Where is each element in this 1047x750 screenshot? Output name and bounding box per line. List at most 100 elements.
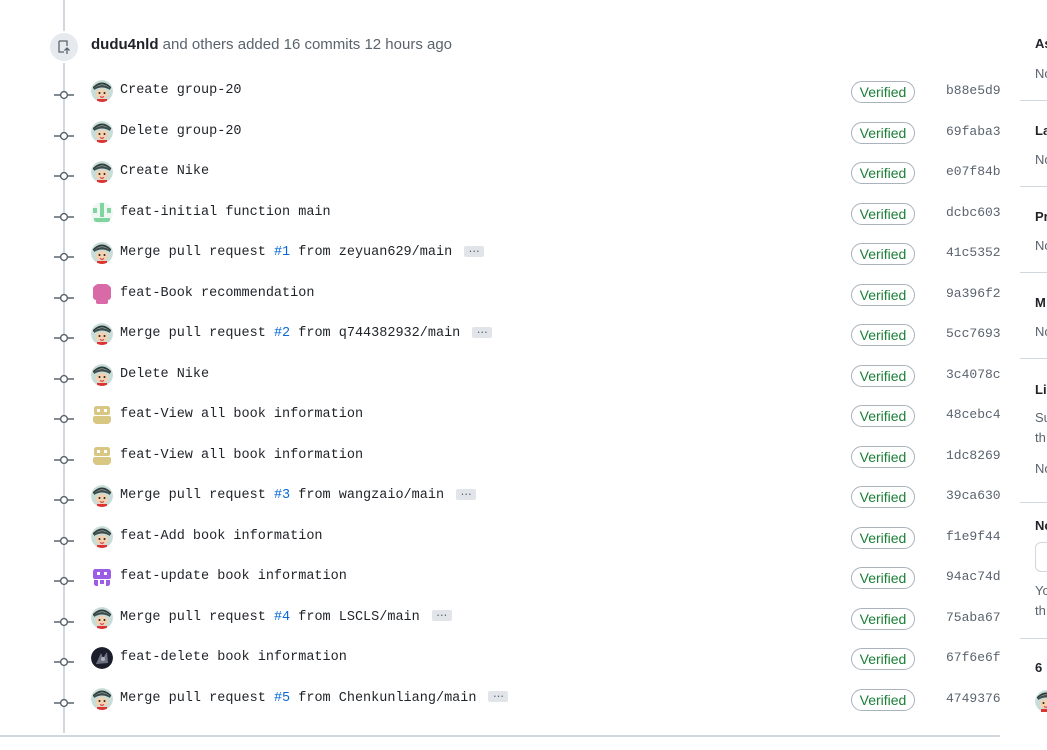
commit-sha-link[interactable]: 75aba67 — [946, 610, 1001, 625]
commit-sha-link[interactable]: f1e9f44 — [946, 529, 1001, 544]
verified-badge[interactable]: Verified — [851, 243, 915, 265]
commit-message-text[interactable]: feat-delete book information — [120, 650, 347, 665]
bottom-divider — [0, 735, 1000, 737]
purple-identicon-avatar[interactable] — [91, 566, 113, 588]
commit-message-link[interactable]: Delete Nike — [120, 367, 209, 382]
commit-message-link[interactable]: feat-Book recommendation — [120, 286, 314, 301]
commit-message-text[interactable]: feat-update book information — [120, 569, 347, 584]
commit-message-link[interactable]: feat-update book information — [120, 569, 347, 584]
verified-badge[interactable]: Verified — [851, 121, 915, 144]
commit-message-text[interactable]: Create group-20 — [120, 83, 242, 98]
dark-photo-avatar[interactable] — [91, 647, 113, 669]
commit-message-text[interactable]: from q744382932/main — [290, 326, 460, 341]
commit-message-text[interactable]: feat-Add book information — [120, 529, 323, 544]
verified-badge[interactable]: Verified — [851, 324, 915, 346]
verified-badge[interactable]: Verified — [851, 405, 915, 427]
crayon-shin-chan-avatar[interactable] — [91, 242, 113, 264]
notifications-button[interactable] — [1035, 542, 1047, 572]
commit-message-text[interactable]: Merge pull request — [120, 245, 274, 260]
pull-request-link[interactable]: #4 — [274, 610, 290, 625]
commit-message-text[interactable]: Merge pull request — [120, 610, 274, 625]
commit-sha-link[interactable]: 39ca630 — [946, 488, 1001, 503]
crayon-shin-chan-avatar[interactable] — [91, 606, 113, 629]
expand-message-button[interactable]: … — [472, 324, 493, 338]
commit-message-link[interactable]: feat-initial function main — [120, 205, 331, 220]
crayon-shin-chan-avatar[interactable] — [91, 161, 113, 183]
pull-request-link[interactable]: #5 — [274, 691, 290, 706]
pull-request-link[interactable]: #3 — [274, 488, 290, 503]
commit-message-text[interactable]: from zeyuan629/main — [290, 245, 452, 260]
verified-badge[interactable]: Verified — [851, 648, 915, 670]
commit-sha-link[interactable]: 4749376 — [946, 691, 1001, 706]
commit-message-link[interactable]: Create group-20 — [120, 83, 242, 98]
crayon-shin-chan-avatar[interactable] — [91, 80, 113, 102]
commit-sha-link[interactable]: dcbc603 — [946, 205, 1001, 220]
verified-badge[interactable]: Verified — [851, 202, 915, 225]
expand-message-button[interactable]: … — [464, 243, 485, 257]
verified-badge[interactable]: Verified — [851, 607, 915, 630]
expand-message-button[interactable]: … — [431, 607, 452, 622]
crayon-shin-chan-avatar[interactable] — [91, 525, 113, 548]
commit-message-link[interactable]: Merge pull request #1 from zeyuan629/mai… — [120, 243, 485, 260]
commit-message-text[interactable]: Create Nike — [120, 164, 209, 179]
commit-message-text[interactable]: from wangzaio/main — [290, 488, 444, 503]
commit-message-text[interactable]: feat-View all book information — [120, 448, 363, 463]
verified-badge[interactable]: Verified — [851, 688, 915, 711]
commit-message-link[interactable]: Delete group-20 — [120, 124, 242, 139]
commit-sha-link[interactable]: 41c5352 — [946, 245, 1001, 260]
pink-identicon-avatar[interactable] — [91, 282, 113, 305]
commit-message-link[interactable]: Merge pull request #4 from LSCLS/main … — [120, 607, 452, 625]
verified-badge[interactable]: Verified — [851, 445, 915, 468]
tan-identicon-avatar[interactable] — [91, 444, 113, 467]
commit-sha-link[interactable]: 3c4078c — [946, 367, 1001, 382]
verified-badge[interactable]: Verified — [851, 486, 915, 508]
commit-message-link[interactable]: feat-View all book information — [120, 448, 363, 463]
pull-request-link[interactable]: #2 — [274, 326, 290, 341]
commit-author-link[interactable]: dudu4nld — [91, 36, 159, 53]
verified-badge[interactable]: Verified — [851, 81, 915, 103]
crayon-shin-chan-avatar[interactable] — [91, 120, 113, 143]
tan-identicon-avatar[interactable] — [91, 404, 113, 426]
crayon-shin-chan-avatar[interactable] — [91, 323, 113, 345]
commit-message-text[interactable]: Delete group-20 — [120, 124, 242, 139]
commit-message-link[interactable]: Create Nike — [120, 164, 209, 179]
commit-message-text[interactable]: from Chenkunliang/main — [290, 691, 476, 706]
commit-message-text[interactable]: Merge pull request — [120, 691, 274, 706]
commit-message-link[interactable]: Merge pull request #3 from wangzaio/main… — [120, 486, 477, 503]
commit-sha-link[interactable]: 48cebc4 — [946, 407, 1001, 422]
verified-badge[interactable]: Verified — [851, 364, 915, 387]
commit-message-text[interactable]: feat-View all book information — [120, 407, 363, 422]
commit-message-text[interactable]: Delete Nike — [120, 367, 209, 382]
commit-message-text[interactable]: Merge pull request — [120, 326, 274, 341]
commit-sha-link[interactable]: 5cc7693 — [946, 326, 1001, 341]
commit-sha-link[interactable]: 94ac74d — [946, 569, 1001, 584]
verified-badge[interactable]: Verified — [851, 162, 915, 184]
git-commit-icon — [54, 128, 74, 140]
commit-message-link[interactable]: feat-View all book information — [120, 407, 363, 422]
commit-message-link[interactable]: feat-delete book information — [120, 650, 347, 665]
crayon-shin-chan-avatar[interactable] — [91, 363, 113, 386]
commit-message-text[interactable]: feat-Book recommendation — [120, 286, 314, 301]
commit-sha-link[interactable]: 67f6e6f — [946, 650, 1001, 665]
commit-sha-link[interactable]: e07f84b — [946, 164, 1001, 179]
commit-sha-link[interactable]: 1dc8269 — [946, 448, 1001, 463]
verified-badge[interactable]: Verified — [851, 283, 915, 306]
crayon-shin-chan-avatar[interactable] — [91, 485, 113, 507]
crayon-shin-chan-avatar[interactable] — [91, 687, 113, 710]
pull-request-link[interactable]: #1 — [274, 245, 290, 260]
commit-sha-link[interactable]: 9a396f2 — [946, 286, 1001, 301]
commit-message-text[interactable]: Merge pull request — [120, 488, 274, 503]
verified-badge[interactable]: Verified — [851, 567, 915, 589]
commit-message-link[interactable]: Merge pull request #2 from q744382932/ma… — [120, 324, 493, 341]
commit-message-link[interactable]: feat-Add book information — [120, 529, 323, 544]
commit-message-text[interactable]: from LSCLS/main — [290, 610, 420, 625]
expand-message-button[interactable]: … — [456, 486, 477, 500]
commit-message-text[interactable]: feat-initial function main — [120, 205, 331, 220]
commit-sha-link[interactable]: b88e5d9 — [946, 83, 1001, 98]
green-identicon-avatar[interactable] — [91, 201, 113, 224]
expand-message-button[interactable]: … — [488, 688, 509, 703]
commit-sha-link[interactable]: 69faba3 — [946, 124, 1001, 139]
contributor-avatar[interactable] — [1035, 690, 1047, 714]
verified-badge[interactable]: Verified — [851, 526, 915, 549]
commit-message-link[interactable]: Merge pull request #5 from Chenkunliang/… — [120, 688, 509, 706]
